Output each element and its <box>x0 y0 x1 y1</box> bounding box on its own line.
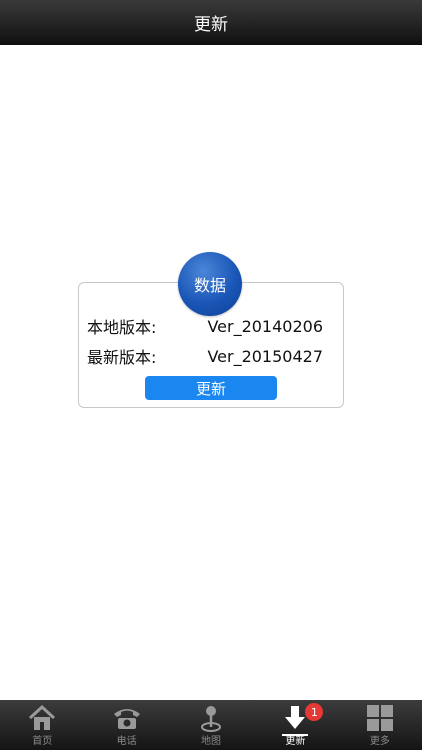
latest-version-label: 最新版本: <box>87 348 157 367</box>
tab-more-label: 更多 <box>369 736 390 747</box>
data-badge-circle: 数据 <box>178 252 242 316</box>
local-version-label: 本地版本: <box>87 318 157 337</box>
tab-update-label: 更新 <box>285 736 306 747</box>
local-version-value: Ver_20140206 <box>207 316 323 336</box>
active-tab-indicator <box>282 734 309 736</box>
tab-home-label: 首页 <box>32 736 53 747</box>
tab-map-label: 地图 <box>201 736 222 747</box>
tab-bar: 首页 电话 地图 1 更新 更多 <box>0 700 422 750</box>
grid-icon <box>363 701 397 735</box>
tab-home[interactable]: 首页 <box>0 700 84 750</box>
tab-phone[interactable]: 电话 <box>84 700 168 750</box>
latest-version-value: Ver_20150427 <box>207 346 323 366</box>
latest-version-row: 最新版本: Ver_20150427 <box>87 343 323 369</box>
tab-map[interactable]: 地图 <box>169 700 253 750</box>
phone-icon <box>110 701 144 735</box>
tab-more[interactable]: 更多 <box>338 700 422 750</box>
map-pin-icon <box>194 701 228 735</box>
update-button[interactable]: 更新 <box>145 376 277 400</box>
tab-update[interactable]: 1 更新 <box>253 700 337 750</box>
navigation-bar: 更新 <box>0 0 422 45</box>
update-count-badge: 1 <box>305 703 324 721</box>
local-version-row: 本地版本: Ver_20140206 <box>87 313 323 339</box>
home-icon <box>25 701 59 735</box>
page-title: 更新 <box>194 15 228 35</box>
tab-phone-label: 电话 <box>116 736 137 747</box>
